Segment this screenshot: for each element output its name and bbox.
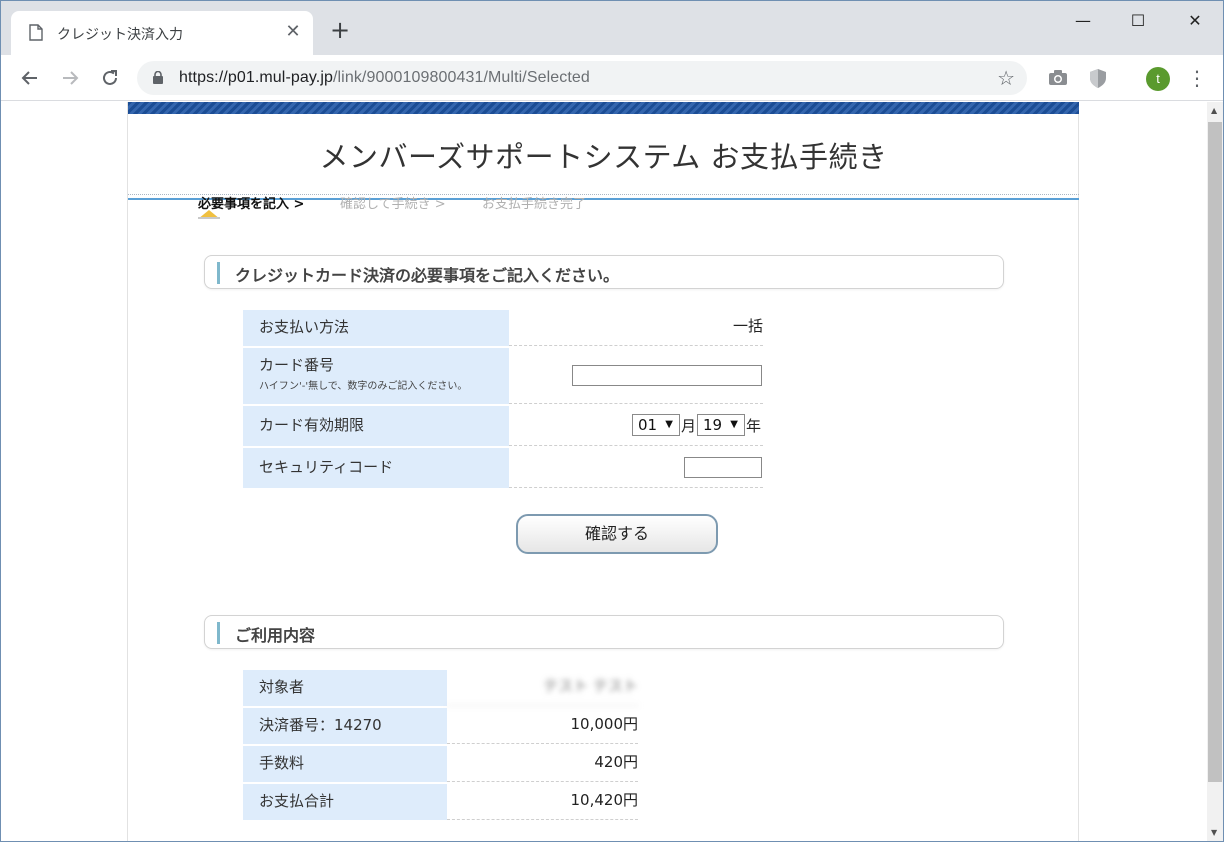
camera-icon[interactable] [1047,67,1069,89]
lock-icon [153,71,163,84]
page-icon [29,24,43,41]
expiry-label: カード有効期限 [243,406,509,446]
scrollbar-thumb[interactable] [1208,122,1222,782]
table-row: セキュリティコード [243,448,763,488]
section-bar [217,622,220,644]
new-tab-button[interactable]: + [327,18,353,42]
step-confirm: 確認して手続き > [340,197,446,212]
vertical-scrollbar[interactable]: ▲ ▼ [1207,102,1223,841]
forward-icon[interactable] [57,65,83,91]
month-unit: 月 [681,417,697,435]
menu-icon[interactable]: ⋮ [1187,65,1207,91]
page-container: メンバーズサポートシステム お支払手続き 必要事項を記入 > 確認して手続き >… [127,102,1079,841]
card-number-input[interactable] [572,365,762,386]
url-host: https://p01.mul-pay.jp [179,69,333,86]
year-unit: 年 [746,417,762,435]
payment-amount-value: 10,000円 [447,708,638,744]
url-text: https://p01.mul-pay.jp/link/900010980043… [179,69,590,87]
tab-close-icon[interactable]: ✕ [283,21,303,42]
back-icon[interactable] [17,65,43,91]
header-stripe [128,102,1079,114]
card-number-label: カード番号 [259,356,335,374]
table-row: カード有効期限 01 ▼ 月 19 ▼ 年 [243,406,763,446]
usage-section-header: ご利用内容 [204,615,1004,649]
step-complete: お支払手続き完了 [482,197,587,212]
reload-icon[interactable] [97,65,123,91]
security-code-input[interactable] [684,457,762,478]
table-row: 対象者 テスト テスト [243,670,638,706]
target-person-value: テスト テスト [447,670,638,706]
total-value: 10,420円 [447,784,638,820]
payment-method-value: 一括 [509,310,763,346]
address-bar[interactable]: https://p01.mul-pay.jp/link/900010980043… [137,61,1027,95]
table-row: カード番号 ハイフン'-'無しで、数字のみご記入ください。 [243,348,763,404]
profile-avatar[interactable]: t [1146,67,1170,91]
shield-icon[interactable] [1087,67,1109,89]
bookmark-star-icon[interactable]: ☆ [997,66,1015,90]
chevron-down-icon: ▼ [730,419,738,430]
fee-label: 手数料 [243,746,447,782]
current-step-marker-icon [198,210,220,219]
scroll-up-icon[interactable]: ▲ [1211,106,1217,115]
card-number-label-cell: カード番号 ハイフン'-'無しで、数字のみご記入ください。 [243,348,509,404]
target-person-label: 対象者 [243,670,447,706]
card-number-note: ハイフン'-'無しで、数字のみご記入ください。 [259,381,468,392]
page-title: メンバーズサポートシステム お支払手続き [319,140,888,174]
tab-bar: クレジット決済入力 ✕ + — ☐ ✕ [1,1,1223,55]
security-code-label: セキュリティコード [243,448,509,488]
total-label: お支払合計 [243,784,447,820]
expiry-cell: 01 ▼ 月 19 ▼ 年 [509,406,763,446]
table-row: お支払合計 10,420円 [243,784,638,820]
fee-value: 420円 [447,746,638,782]
minimize-button[interactable]: — [1063,11,1103,30]
close-window-button[interactable]: ✕ [1175,11,1215,30]
page-header: メンバーズサポートシステム お支払手続き [128,114,1079,200]
url-path: /link/9000109800431/Multi/Selected [332,69,590,86]
maximize-button[interactable]: ☐ [1118,11,1158,30]
form-section-title: クレジットカード決済の必要事項をご記入ください。 [235,266,620,285]
security-code-cell [509,448,763,488]
scroll-down-icon[interactable]: ▼ [1211,828,1217,837]
payment-number-label: 決済番号：14270 [243,708,447,744]
chevron-down-icon: ▼ [665,419,673,430]
confirm-button[interactable]: 確認する [516,514,718,554]
table-row: お支払い方法 一括 [243,310,763,346]
browser-toolbar: https://p01.mul-pay.jp/link/900010980043… [1,55,1223,101]
usage-section-title: ご利用内容 [235,626,316,645]
payment-method-label: お支払い方法 [243,310,509,346]
table-row: 手数料 420円 [243,746,638,782]
table-row: 決済番号：14270 10,000円 [243,708,638,744]
expiry-year-value: 19 [703,416,723,434]
form-section-header: クレジットカード決済の必要事項をご記入ください。 [204,255,1004,289]
browser-window: クレジット決済入力 ✕ + — ☐ ✕ https://p01.mul-pay.… [0,0,1224,842]
card-number-cell [509,348,763,404]
tab-title: クレジット決済入力 [57,26,183,42]
expiry-month-value: 01 [638,416,658,434]
section-bar [217,262,220,284]
expiry-year-select[interactable]: 19 ▼ [697,414,745,436]
tab-credit-input[interactable]: クレジット決済入力 ✕ [11,11,313,55]
page-viewport: メンバーズサポートシステム お支払手続き 必要事項を記入 > 確認して手続き >… [1,102,1207,841]
expiry-month-select[interactable]: 01 ▼ [632,414,680,436]
